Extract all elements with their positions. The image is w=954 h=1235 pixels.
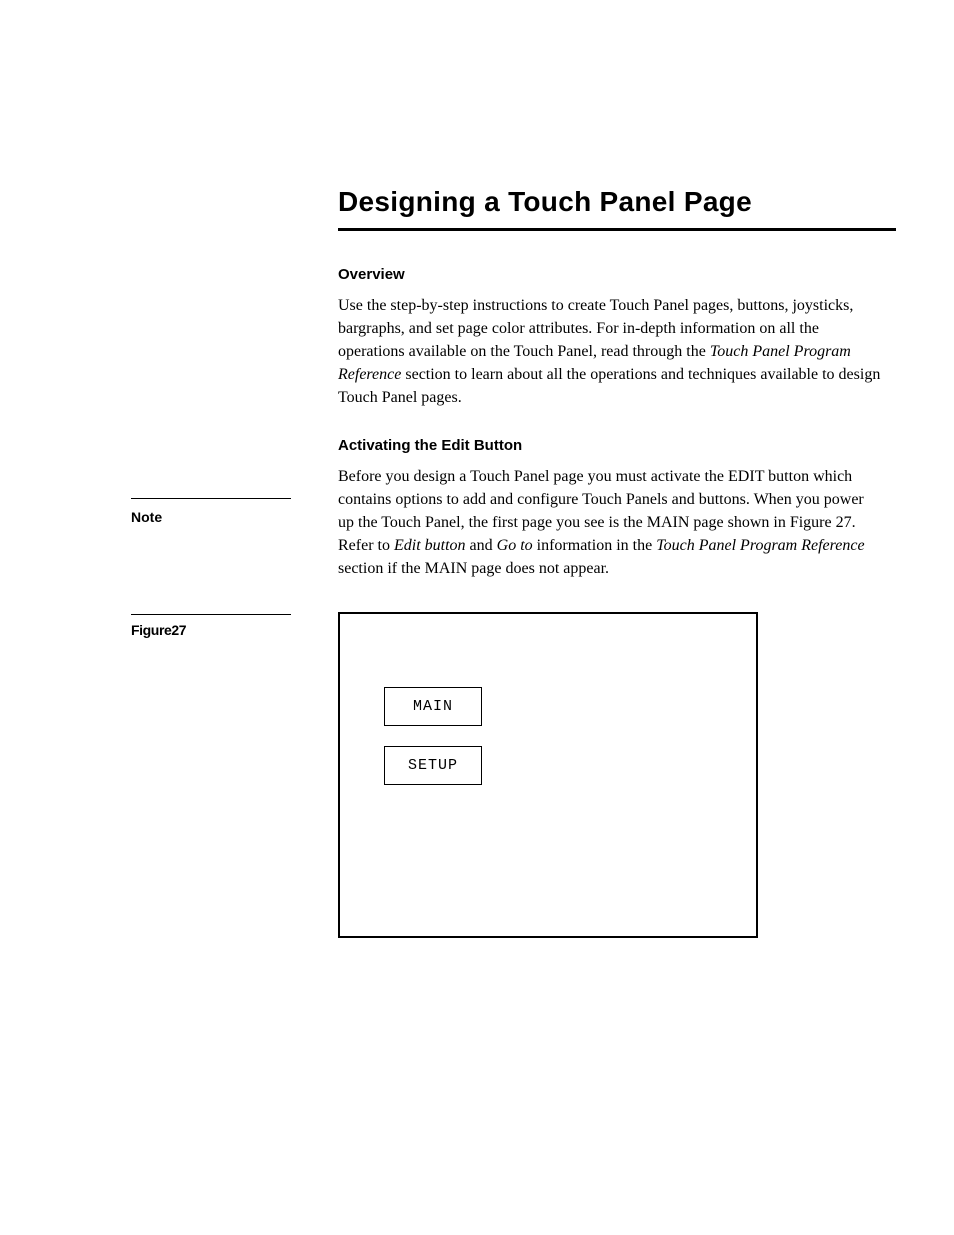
touch-panel-main-button: MAIN bbox=[384, 687, 482, 726]
page-title: Designing a Touch Panel Page bbox=[338, 186, 896, 228]
activating-heading: Activating the Edit Button bbox=[338, 437, 522, 454]
overview-text-2: section to learn about all the operation… bbox=[338, 366, 880, 406]
activating-paragraph: Before you design a Touch Panel page you… bbox=[338, 465, 882, 580]
activating-text-2: and bbox=[466, 537, 497, 554]
activating-text-3: information in the bbox=[533, 537, 657, 554]
overview-paragraph: Use the step-by-step instructions to cre… bbox=[338, 294, 882, 409]
note-rule bbox=[131, 498, 291, 499]
touch-panel-setup-button: SETUP bbox=[384, 746, 482, 785]
figure-rule bbox=[131, 614, 291, 615]
title-rule bbox=[338, 228, 896, 231]
activating-text-4: section if the MAIN page does not appear… bbox=[338, 560, 609, 577]
page-title-block: Designing a Touch Panel Page bbox=[338, 186, 896, 231]
figure-label: Figure27 bbox=[131, 622, 291, 638]
activating-italic-3: Touch Panel Program Reference bbox=[656, 537, 864, 554]
margin-note-block: Note bbox=[131, 498, 291, 525]
margin-figure-block: Figure27 bbox=[131, 614, 291, 638]
document-page: Designing a Touch Panel Page Overview Us… bbox=[0, 0, 954, 1235]
figure-27-illustration: MAIN SETUP bbox=[338, 612, 758, 938]
activating-italic-2: Go to bbox=[497, 537, 533, 554]
activating-italic-1: Edit button bbox=[394, 537, 466, 554]
note-label: Note bbox=[131, 509, 291, 525]
overview-heading: Overview bbox=[338, 266, 405, 283]
